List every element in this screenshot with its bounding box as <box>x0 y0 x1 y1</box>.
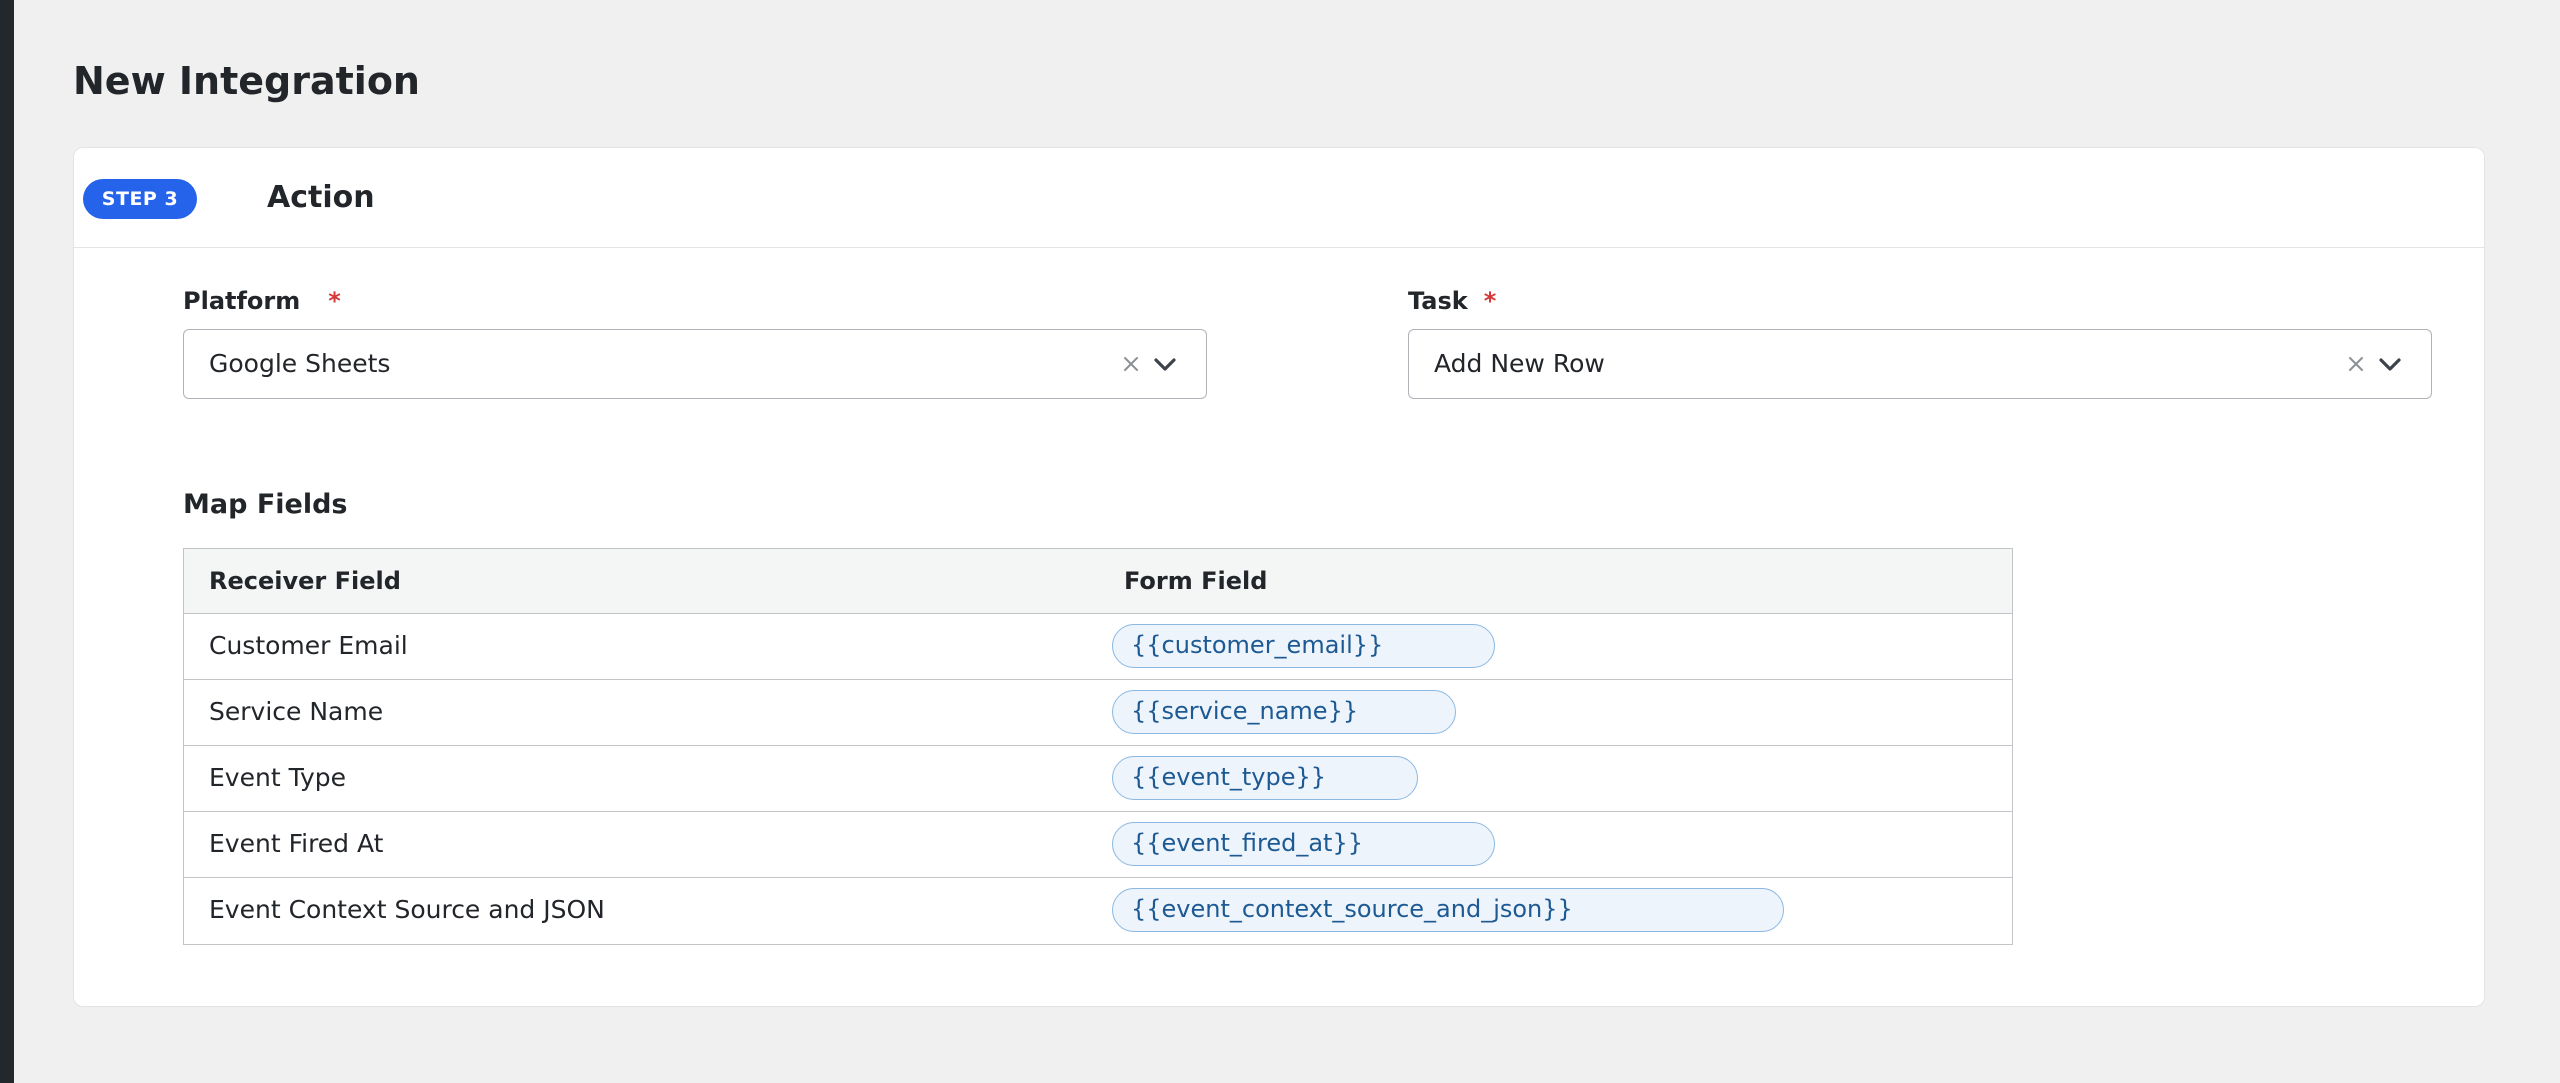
task-select[interactable]: Add New Row <box>1408 329 2432 399</box>
task-label: Task * <box>1408 285 1496 317</box>
platform-select[interactable]: Google Sheets <box>183 329 1207 399</box>
map-fields-table: Receiver Field Form Field Customer Email… <box>183 548 2013 945</box>
step-header: STEP 3 Action <box>74 148 2484 248</box>
column-header-receiver: Receiver Field <box>209 567 401 595</box>
receiver-field: Event Context Source and JSON <box>209 895 605 924</box>
form-field-token[interactable]: {{event_type}} <box>1112 756 1418 800</box>
step-badge: STEP 3 <box>83 179 197 219</box>
platform-label-text: Platform <box>183 287 301 315</box>
task-required-mark: * <box>1483 287 1497 315</box>
receiver-field: Service Name <box>209 697 384 726</box>
platform-select-value: Google Sheets <box>209 349 391 378</box>
task-label-text: Task <box>1408 287 1468 315</box>
table-row: Event Fired At {{event_fired_at}} <box>184 812 2012 878</box>
form-field-token[interactable]: {{service_name}} <box>1112 690 1456 734</box>
close-icon[interactable] <box>2343 351 2369 377</box>
receiver-field: Event Fired At <box>209 829 384 858</box>
integration-step-card: STEP 3 Action Platform * Google Sheets Ta… <box>73 147 2485 1007</box>
step-title: Action <box>267 180 375 215</box>
platform-label: Platform * <box>183 285 341 317</box>
page-title: New Integration <box>73 59 420 103</box>
map-fields-title: Map Fields <box>183 489 348 520</box>
receiver-field: Customer Email <box>209 631 408 660</box>
admin-sidebar-edge <box>0 0 14 1083</box>
table-row: Customer Email {{customer_email}} <box>184 614 2012 680</box>
chevron-down-icon[interactable] <box>1152 352 1178 378</box>
table-row: Event Type {{event_type}} <box>184 746 2012 812</box>
table-row: Event Context Source and JSON {{event_co… <box>184 878 2012 944</box>
platform-required-mark: * <box>328 287 341 315</box>
table-header: Receiver Field Form Field <box>184 549 2012 614</box>
form-field-token[interactable]: {{event_context_source_and_json}} <box>1112 888 1784 932</box>
form-field-token[interactable]: {{event_fired_at}} <box>1112 822 1495 866</box>
column-header-form-field: Form Field <box>1124 567 1268 595</box>
table-row: Service Name {{service_name}} <box>184 680 2012 746</box>
close-icon[interactable] <box>1118 351 1144 377</box>
form-field-token[interactable]: {{customer_email}} <box>1112 624 1495 668</box>
task-select-value: Add New Row <box>1434 349 1605 378</box>
chevron-down-icon[interactable] <box>2377 352 2403 378</box>
receiver-field: Event Type <box>209 763 346 792</box>
